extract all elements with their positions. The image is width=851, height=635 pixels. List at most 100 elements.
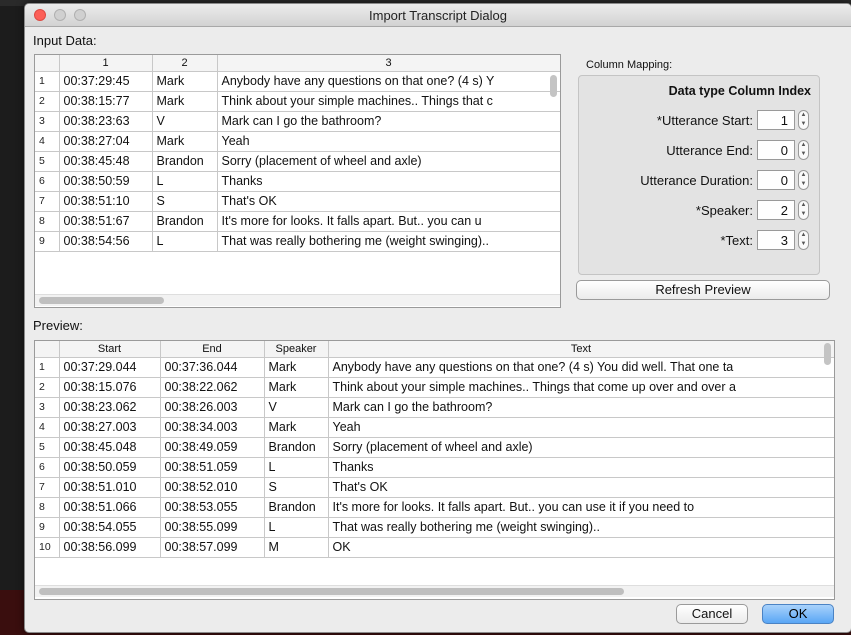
column-index-stepper[interactable]: ▲ ▼ <box>798 170 809 190</box>
table-cell: 00:38:50.059 <box>59 457 161 478</box>
table-cell: Brandon <box>264 437 329 458</box>
row-number: 10 <box>35 537 60 558</box>
table-cell: That's OK <box>328 477 834 498</box>
table-cell: 00:38:51:10 <box>59 191 153 212</box>
table-cell: Mark <box>152 131 218 152</box>
row-number: 9 <box>35 517 60 538</box>
preview-table-row[interactable]: 6 00:38:50.059 00:38:51.059 L Thanks <box>35 457 834 478</box>
table-cell: 00:38:51.059 <box>160 457 265 478</box>
preview-table-row[interactable]: 8 00:38:51.066 00:38:53.055 Brandon It's mor… <box>35 497 834 518</box>
input-vertical-scrollbar[interactable] <box>550 75 557 97</box>
table-cell: 00:38:22.062 <box>160 377 265 398</box>
column-index-input[interactable]: 3 <box>757 230 795 250</box>
table-cell: 00:38:45.048 <box>59 437 161 458</box>
table-cell: Mark <box>264 357 329 378</box>
mapping-field-label: *Speaker: <box>695 203 753 218</box>
preview-column-header[interactable]: Speaker <box>264 341 329 358</box>
preview-column-header[interactable]: End <box>160 341 265 358</box>
table-cell: M <box>264 537 329 558</box>
table-cell: Mark can I go the bathroom? <box>217 111 560 132</box>
row-number: 7 <box>35 191 60 212</box>
preview-table[interactable]: Start End Speaker Text 1 00:37:29.044 00:3… <box>34 340 835 600</box>
row-number: 1 <box>35 357 60 378</box>
table-cell: 00:38:34.003 <box>160 417 265 438</box>
preview-horizontal-scrollbar[interactable] <box>39 588 624 595</box>
table-cell: 00:38:15.076 <box>59 377 161 398</box>
table-cell: Brandon <box>264 497 329 518</box>
row-number: 6 <box>35 171 60 192</box>
row-number: 5 <box>35 437 60 458</box>
column-index-stepper[interactable]: ▲ ▼ <box>798 110 809 130</box>
table-cell: 00:38:51.010 <box>59 477 161 498</box>
row-number: 8 <box>35 211 60 232</box>
row-number: 7 <box>35 477 60 498</box>
table-cell: 00:38:51:67 <box>59 211 153 232</box>
table-cell: Yeah <box>217 131 560 152</box>
input-column-header[interactable]: 3 <box>217 55 560 72</box>
input-horizontal-scrollbar[interactable] <box>39 297 164 304</box>
mapping-row: Utterance End: 0 ▲ ▼ <box>581 140 809 162</box>
column-index-stepper[interactable]: ▲ ▼ <box>798 230 809 250</box>
row-number: 3 <box>35 397 60 418</box>
cancel-button[interactable]: Cancel <box>676 604 748 624</box>
input-table-row[interactable]: 8 00:38:51:67 Brandon It's more for looks. … <box>35 211 560 232</box>
mapping-row: *Speaker: 2 ▲ ▼ <box>581 200 809 222</box>
preview-table-header: Start End Speaker Text <box>35 341 834 358</box>
input-table-row[interactable]: 3 00:38:23:63 V Mark can I go the bathroom? <box>35 111 560 132</box>
mapping-row: *Text: 3 ▲ ▼ <box>581 230 809 252</box>
row-number: 2 <box>35 377 60 398</box>
refresh-preview-button[interactable]: Refresh Preview <box>576 280 830 300</box>
column-index-stepper[interactable]: ▲ ▼ <box>798 200 809 220</box>
row-number: 2 <box>35 91 60 112</box>
preview-table-row[interactable]: 9 00:38:54.055 00:38:55.099 L That was reall… <box>35 517 834 538</box>
preview-table-row[interactable]: 7 00:38:51.010 00:38:52.010 S That's OK <box>35 477 834 498</box>
column-index-stepper[interactable]: ▲ ▼ <box>798 140 809 160</box>
preview-table-row[interactable]: 4 00:38:27.003 00:38:34.003 Mark Yeah <box>35 417 834 438</box>
table-cell: V <box>152 111 218 132</box>
table-cell: 00:37:29:45 <box>59 71 153 92</box>
mapping-header: Data type Column Index <box>668 84 811 98</box>
column-index-input[interactable]: 1 <box>757 110 795 130</box>
ok-button[interactable]: OK <box>762 604 834 624</box>
column-mapping-panel: Data type Column Index *Utterance Start:… <box>578 75 820 275</box>
input-table-row[interactable]: 7 00:38:51:10 S That's OK <box>35 191 560 212</box>
preview-table-row[interactable]: 2 00:38:15.076 00:38:22.062 Mark Think about… <box>35 377 834 398</box>
table-cell: Thanks <box>217 171 560 192</box>
input-column-header[interactable]: 2 <box>152 55 218 72</box>
preview-column-header[interactable]: Text <box>328 341 834 358</box>
import-transcript-dialog: Import Transcript Dialog Input Data: 1 2… <box>24 3 851 633</box>
input-table-row[interactable]: 1 00:37:29:45 Mark Anybody have any questio… <box>35 71 560 92</box>
preview-table-row[interactable]: 10 00:38:56.099 00:38:57.099 M OK <box>35 537 834 558</box>
input-column-header[interactable]: 1 <box>59 55 153 72</box>
column-index-input[interactable]: 2 <box>757 200 795 220</box>
input-table-row[interactable]: 4 00:38:27:04 Mark Yeah <box>35 131 560 152</box>
input-table-row[interactable]: 5 00:38:45:48 Brandon Sorry (placement of w… <box>35 151 560 172</box>
input-data-label: Input Data: <box>33 33 97 48</box>
window-title: Import Transcript Dialog <box>369 8 507 23</box>
column-index-input[interactable]: 0 <box>757 170 795 190</box>
table-cell: L <box>152 231 218 252</box>
table-cell: 00:38:54.055 <box>59 517 161 538</box>
table-cell: 00:38:15:77 <box>59 91 153 112</box>
row-number-header <box>35 341 60 358</box>
preview-table-row[interactable]: 3 00:38:23.062 00:38:26.003 V Mark can I go … <box>35 397 834 418</box>
input-table-row[interactable]: 9 00:38:54:56 L That was really bothering m… <box>35 231 560 252</box>
input-table-row[interactable]: 2 00:38:15:77 Mark Think about your simple … <box>35 91 560 112</box>
table-cell: 00:38:56.099 <box>59 537 161 558</box>
table-cell: L <box>264 517 329 538</box>
preview-column-header[interactable]: Start <box>59 341 161 358</box>
column-index-input[interactable]: 0 <box>757 140 795 160</box>
table-cell: Mark <box>264 417 329 438</box>
table-cell: Mark can I go the bathroom? <box>328 397 834 418</box>
preview-table-row[interactable]: 1 00:37:29.044 00:37:36.044 Mark Anybody hav… <box>35 357 834 378</box>
table-cell: Mark <box>152 91 218 112</box>
preview-vertical-scrollbar[interactable] <box>824 343 831 365</box>
column-mapping-label: Column Mapping: <box>586 59 673 71</box>
table-cell: 00:38:45:48 <box>59 151 153 172</box>
input-data-table[interactable]: 1 2 3 1 00:37:29:45 Mark Anybody have any q… <box>34 54 561 308</box>
table-cell: Anybody have any questions on that one? … <box>328 357 834 378</box>
input-table-row[interactable]: 6 00:38:50:59 L Thanks <box>35 171 560 192</box>
mapping-field-label: *Text: <box>720 233 753 248</box>
table-cell: 00:38:26.003 <box>160 397 265 418</box>
preview-table-row[interactable]: 5 00:38:45.048 00:38:49.059 Brandon Sorry (p… <box>35 437 834 458</box>
